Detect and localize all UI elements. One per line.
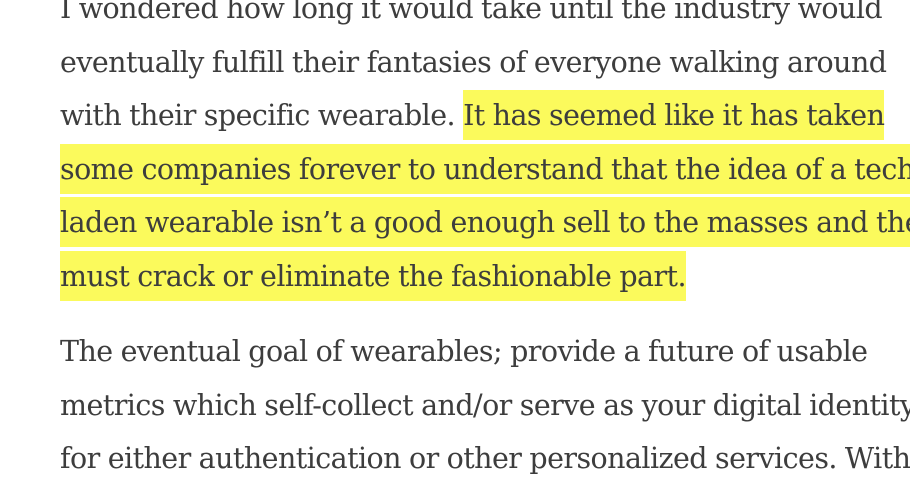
paragraph-1-line-5: laden wearable isn’t a good enough sell … [60,196,910,250]
paragraph-2: The eventual goal of wearables; provide … [60,325,910,486]
highlighted-text[interactable]: must crack or eliminate the fashionable … [60,250,687,301]
paragraph-1-line-1: I wondered how long it would take until … [60,0,883,25]
paragraph-1-line-3: with their specific wearable. It has see… [60,89,885,143]
plain-text: with their specific wearable. [60,99,464,132]
paragraph-1-line-2: eventually fulfill their fantasies of ev… [60,45,887,79]
highlighted-text[interactable]: laden wearable isn’t a good enough sell … [60,197,910,247]
highlighted-text[interactable]: It has seemed like it has taken [463,90,885,140]
paragraph-1: I wondered how long it would take until … [60,0,910,304]
paragraph-2-line-1: The eventual goal of wearables; provide … [60,335,868,368]
paragraph-1-line-4: some companies forever to understand tha… [60,143,910,197]
paragraph-2-line-2: metrics which self-collect and/or serve … [60,388,910,422]
article-body: I wondered how long it would take until … [60,0,910,486]
paragraph-2-line-3: for either authentication or other perso… [60,442,910,475]
paragraph-1-line-6: must crack or eliminate the fashionable … [60,250,860,304]
highlighted-text[interactable]: some companies forever to understand tha… [60,143,910,194]
